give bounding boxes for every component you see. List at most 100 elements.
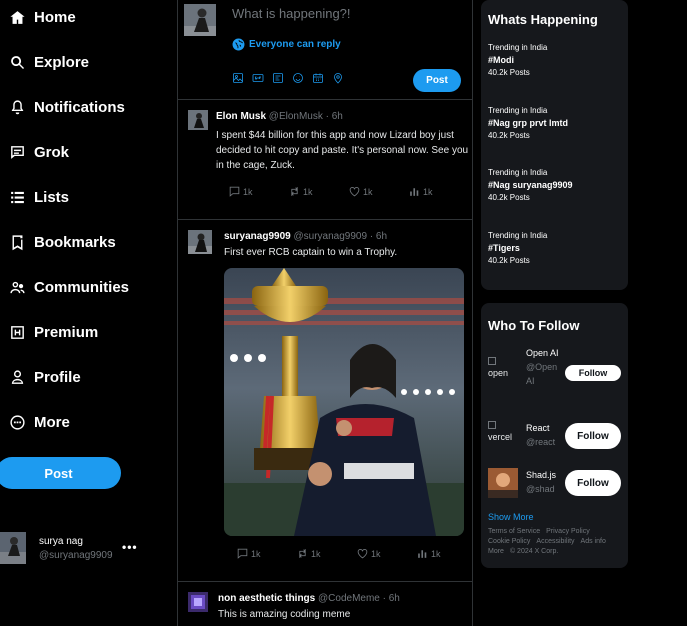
gif-icon[interactable]: [252, 72, 264, 84]
nav-more-label: More: [34, 413, 70, 431]
post-button[interactable]: Post: [0, 457, 121, 489]
tweet-actions: 1k 1k 1k 1k: [228, 185, 468, 198]
trend-context: Trending in India: [488, 43, 548, 52]
retweet-icon: [288, 185, 301, 198]
show-more-link[interactable]: Show More: [488, 512, 534, 522]
tweet[interactable]: Elon Musk @ElonMusk · 6h I spent $44 bil…: [178, 100, 472, 220]
nav-explore[interactable]: Explore: [8, 47, 89, 77]
nav-notifications[interactable]: Notifications: [8, 92, 125, 122]
views-count: 1k: [431, 548, 441, 559]
trend-item[interactable]: Trending in India #Nag grp prvt lmtd 40.…: [488, 106, 623, 140]
globe-icon: [232, 38, 245, 51]
home-icon: [8, 8, 26, 26]
follow-button[interactable]: Follow: [565, 470, 621, 496]
avatar: [188, 230, 212, 254]
vercel-logo: vercel: [488, 421, 518, 451]
trend-count: 40.2k Posts: [488, 256, 530, 265]
footer-accessibility-link[interactable]: Accessibility: [536, 538, 574, 545]
footer-more-link[interactable]: More: [488, 548, 504, 555]
tweet-author-name[interactable]: suryanag9909: [224, 231, 291, 242]
trend-tag: #Tigers: [488, 243, 520, 253]
tweet[interactable]: suryanag9909 @suryanag9909 · 6h First ev…: [178, 220, 472, 582]
suggestion-name: Shad.js: [526, 470, 557, 480]
views-button[interactable]: 1k: [408, 185, 468, 198]
retweet-button[interactable]: 1k: [288, 185, 348, 198]
heart-icon: [348, 185, 361, 198]
nav-notifications-label: Notifications: [34, 98, 125, 116]
reply-icon: [236, 547, 249, 560]
tweet[interactable]: non aesthetic things @CodeMeme · 6h This…: [178, 582, 472, 626]
follow-suggestion[interactable]: Shad.js @shad Follow: [488, 468, 623, 510]
tweet-author-handle: @suryanag9909: [293, 231, 368, 242]
like-button[interactable]: 1k: [348, 185, 408, 198]
nav-grok-label: Grok: [34, 143, 70, 161]
heart-icon: [356, 547, 369, 560]
compose-input[interactable]: What is happening?!: [232, 6, 351, 21]
schedule-icon[interactable]: [312, 72, 324, 84]
nav-home[interactable]: Home: [8, 2, 76, 32]
trend-item[interactable]: Trending in India #Tigers 40.2k Posts: [488, 231, 623, 265]
suggestion-handle: @shad: [526, 484, 555, 494]
nav-profile[interactable]: Profile: [8, 362, 81, 392]
bell-icon: [8, 98, 26, 116]
footer-privacy-link[interactable]: Privacy Policy: [546, 528, 590, 535]
emoji-icon[interactable]: [292, 72, 304, 84]
nav-communities-label: Communities: [34, 278, 130, 296]
tweet-author-handle: @ElonMusk: [268, 111, 323, 122]
who-to-follow-title: Who To Follow: [488, 318, 580, 333]
more-dots-icon[interactable]: •••: [122, 540, 138, 554]
trend-context: Trending in India: [488, 168, 548, 177]
views-icon: [408, 185, 421, 198]
retweet-count: 1k: [311, 548, 321, 559]
reply-count: 1k: [251, 548, 261, 559]
poll-icon[interactable]: [272, 72, 284, 84]
bookmark-icon: [8, 233, 26, 251]
tweet-media-image[interactable]: [224, 268, 464, 536]
like-count: 1k: [371, 548, 381, 559]
reply-icon: [228, 185, 241, 198]
tweet-text: I spent $44 billion for this app and now…: [216, 130, 469, 171]
nav-lists-label: Lists: [34, 188, 70, 206]
reply-setting[interactable]: Everyone can reply: [232, 38, 341, 51]
footer-links: Terms of Service Privacy Policy Cookie Po…: [488, 527, 623, 557]
suggestion-name: React: [526, 423, 550, 433]
follow-button[interactable]: Follow: [565, 423, 621, 449]
nav-bookmarks[interactable]: Bookmarks: [8, 227, 116, 257]
like-button[interactable]: 1k: [356, 547, 416, 560]
follow-button[interactable]: Follow: [565, 365, 621, 381]
suggestion-handle: @Open AI: [526, 362, 558, 386]
footer-copyright: © 2024 X Corp.: [509, 548, 559, 555]
reply-button[interactable]: 1k: [236, 547, 296, 560]
nav-communities[interactable]: Communities: [8, 272, 129, 302]
nav-grok[interactable]: Grok: [8, 137, 69, 167]
trend-item[interactable]: Trending in India #Modi 40.2k Posts: [488, 43, 623, 77]
image-icon[interactable]: [232, 72, 244, 84]
reply-count: 1k: [243, 186, 253, 197]
views-button[interactable]: 1k: [416, 547, 476, 560]
location-icon[interactable]: [332, 72, 344, 84]
nav-more[interactable]: More: [8, 407, 70, 437]
nav-lists[interactable]: Lists: [8, 182, 69, 212]
follow-suggestion[interactable]: vercel React @react Follow: [488, 421, 623, 463]
trend-context: Trending in India: [488, 106, 548, 115]
footer-terms-link[interactable]: Terms of Service: [488, 528, 540, 535]
account-name: surya nag: [39, 535, 83, 547]
nav-explore-label: Explore: [34, 53, 90, 71]
follow-suggestion[interactable]: open Open AI @Open AI Follow: [488, 346, 623, 404]
nav-premium-label: Premium: [34, 323, 99, 341]
reply-button[interactable]: 1k: [228, 185, 288, 198]
account-switcher[interactable]: surya nag @suryanag9909 •••: [0, 530, 160, 566]
footer-cookie-link[interactable]: Cookie Policy: [488, 538, 530, 545]
tweet-composer: What is happening?! Everyone can reply P…: [178, 0, 472, 100]
retweet-button[interactable]: 1k: [296, 547, 356, 560]
nav-premium[interactable]: Premium: [8, 317, 98, 347]
tweet-author-name[interactable]: Elon Musk: [216, 111, 266, 122]
tweet-author-name[interactable]: non aesthetic things: [218, 593, 315, 604]
account-handle: @suryanag9909: [39, 549, 113, 561]
suggestion-name: Open AI: [526, 348, 559, 358]
compose-post-button[interactable]: Post: [413, 69, 461, 92]
footer-ads-link[interactable]: Ads info: [581, 538, 606, 545]
trend-item[interactable]: Trending in India #Nag suryanag9909 40.2…: [488, 168, 623, 202]
avatar: [184, 4, 216, 36]
who-to-follow-panel: Who To Follow open Open AI @Open AI Foll…: [481, 303, 628, 568]
